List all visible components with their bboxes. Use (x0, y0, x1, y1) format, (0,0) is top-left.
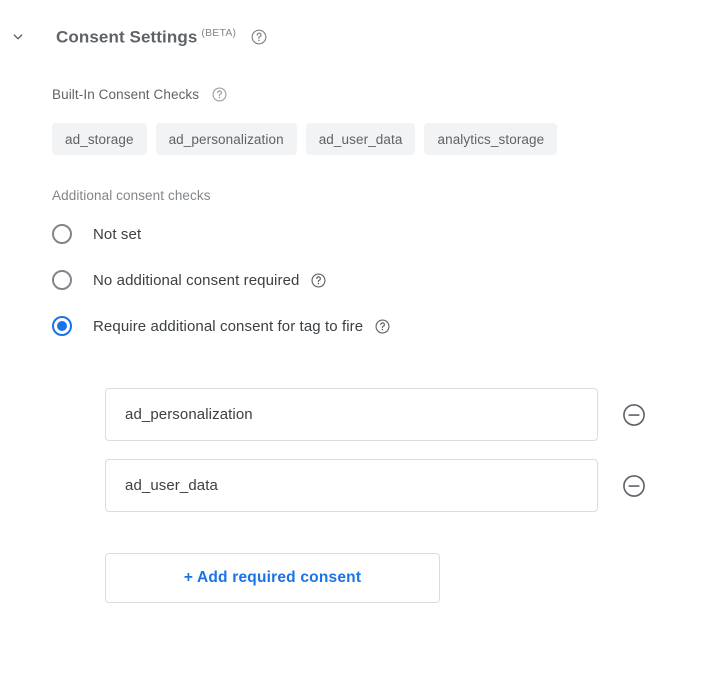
beta-badge: (BETA) (201, 26, 237, 39)
required-consent-row (105, 459, 695, 512)
consent-settings-header[interactable]: Consent Settings (BETA) (0, 22, 721, 52)
consent-chip: ad_user_data (305, 123, 416, 155)
radio-label: Not set (93, 225, 142, 243)
help-circle-icon[interactable] (250, 28, 268, 46)
help-circle-icon[interactable] (374, 318, 391, 335)
consent-chip: ad_storage (52, 123, 147, 155)
required-consent-input[interactable] (105, 459, 598, 512)
remove-consent-button[interactable] (613, 394, 655, 436)
additional-consent-radio-group: Not set No additional consent required R… (52, 218, 652, 356)
help-circle-icon[interactable] (211, 86, 228, 103)
add-required-consent-button[interactable]: + Add required consent (105, 553, 440, 603)
radio-label: No additional consent required (93, 271, 300, 289)
radio-button[interactable] (52, 270, 72, 290)
help-circle-icon[interactable] (310, 272, 327, 289)
radio-button[interactable] (52, 224, 72, 244)
radio-option-not-set[interactable]: Not set (52, 218, 652, 250)
radio-option-require-additional-consent[interactable]: Require additional consent for tag to fi… (52, 310, 652, 342)
radio-button[interactable] (52, 316, 72, 336)
remove-consent-button[interactable] (613, 465, 655, 507)
section-title-text: Consent Settings (56, 27, 198, 47)
required-consent-input[interactable] (105, 388, 598, 441)
radio-label: Require additional consent for tag to fi… (93, 317, 364, 335)
builtin-consent-label: Built-In Consent Checks (52, 86, 200, 102)
required-consent-row (105, 388, 695, 441)
radio-option-no-additional-consent[interactable]: No additional consent required (52, 264, 652, 296)
consent-chip: ad_personalization (155, 123, 297, 155)
page-title: Consent Settings (BETA) (56, 27, 236, 48)
additional-consent-label: Additional consent checks (52, 188, 211, 203)
builtin-consent-chips: ad_storage ad_personalization ad_user_da… (52, 123, 721, 155)
required-consent-list (105, 388, 695, 530)
consent-chip: analytics_storage (424, 123, 558, 155)
builtin-consent-label-row: Built-In Consent Checks (52, 84, 228, 104)
chevron-down-icon[interactable] (0, 22, 36, 52)
